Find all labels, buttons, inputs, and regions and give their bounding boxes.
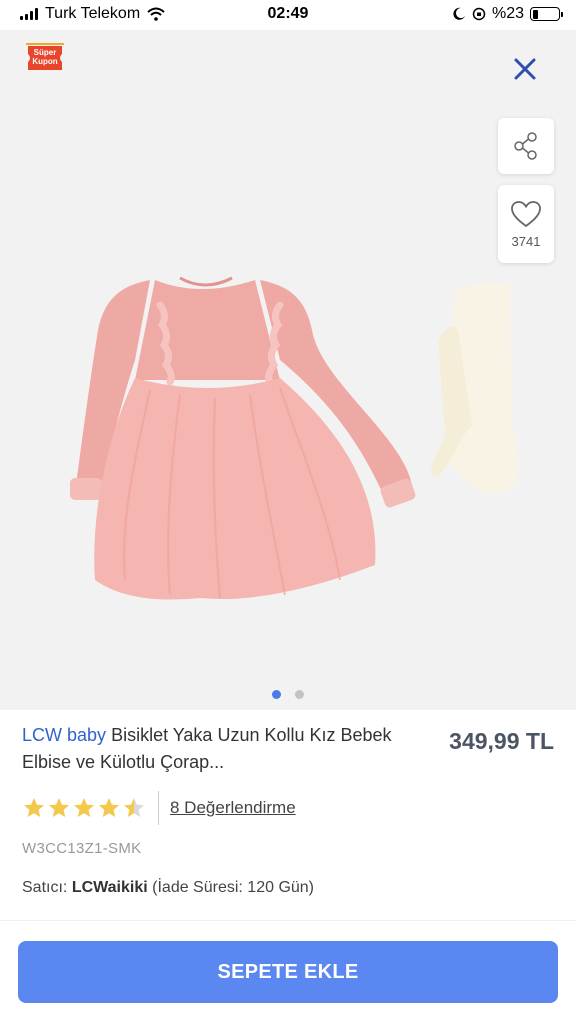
brand-link[interactable]: LCW baby [22, 725, 106, 745]
star-icon [24, 798, 44, 817]
rotation-lock-icon [472, 7, 486, 21]
seller-label: Satıcı: [22, 879, 68, 896]
favorite-count: 3741 [511, 233, 541, 249]
battery-percentage: %23 [491, 5, 524, 22]
status-bar: Turk Telekom 02:49 %23 [0, 0, 576, 30]
gallery-pagination [0, 690, 576, 699]
seller-info: Satıcı: LCWaikiki (İade Süresi: 120 Gün) [22, 879, 314, 897]
product-image [70, 276, 517, 600]
coupon-line-1: Süper [33, 48, 57, 57]
add-to-cart-button[interactable]: SEPETE EKLE [18, 941, 558, 1003]
battery-icon [530, 7, 563, 21]
product-title: LCW baby Bisiklet Yaka Uzun Kollu Kız Be… [22, 722, 402, 776]
divider [158, 791, 159, 825]
star-rating [22, 796, 146, 820]
seller-name[interactable]: LCWaikiki [72, 879, 148, 896]
share-icon [514, 132, 537, 160]
reviews-link[interactable]: 8 Değerlendirme [170, 798, 296, 818]
favorite-button[interactable]: 3741 [498, 185, 554, 263]
pagination-dot-2[interactable] [295, 690, 304, 699]
product-sku: W3CC13Z1-SMK [22, 840, 142, 857]
product-info: LCW baby Bisiklet Yaka Uzun Kollu Kız Be… [0, 710, 576, 920]
rating-row: 8 Değerlendirme [22, 790, 296, 826]
super-coupon-badge[interactable]: Süper Kupon [24, 42, 66, 74]
star-icon [49, 798, 69, 817]
share-button[interactable] [498, 118, 554, 174]
product-gallery[interactable]: Süper Kupon 3741 [0, 30, 576, 710]
product-price: 349,99 TL [449, 728, 554, 754]
return-period: (İade Süresi: 120 Gün) [152, 879, 315, 896]
pagination-dot-1[interactable] [272, 690, 281, 699]
moon-icon [453, 7, 465, 20]
coupon-line-2: Kupon [32, 57, 58, 66]
star-icon [99, 798, 119, 817]
heart-icon [511, 200, 541, 227]
close-icon[interactable] [510, 54, 540, 84]
star-icon [74, 798, 94, 817]
bottom-bar: SEPETE EKLE [0, 920, 576, 1024]
star-icon [124, 798, 144, 817]
